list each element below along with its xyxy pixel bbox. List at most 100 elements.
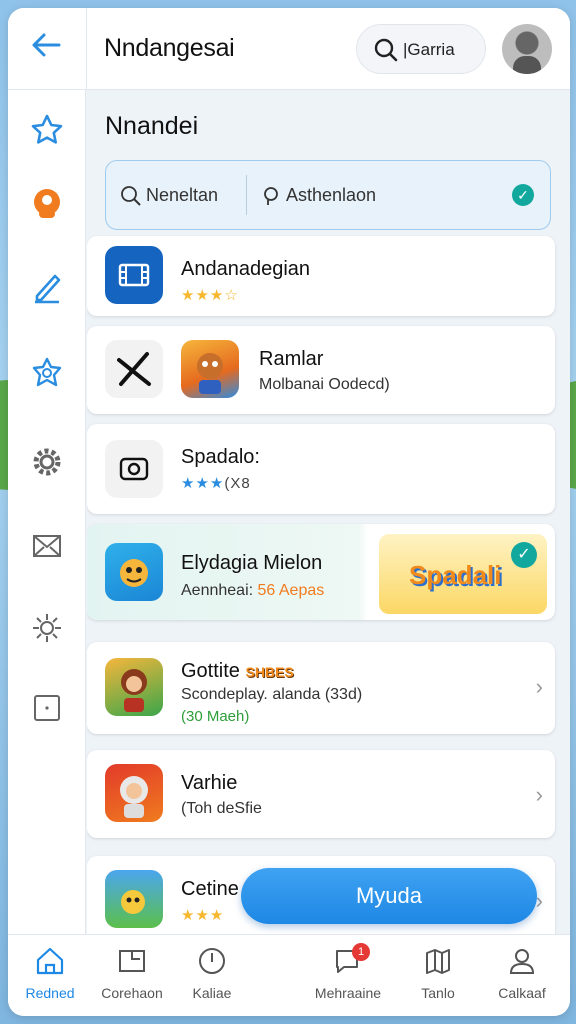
app-subtitle: Scondeplay. alanda (33d) (181, 686, 363, 703)
filter-left-label: Neneltan (146, 185, 219, 205)
clock-icon (199, 948, 225, 974)
sidebar-settings-button[interactable] (27, 442, 67, 482)
sidebar-brightness-button[interactable] (27, 608, 67, 648)
game-icon (105, 870, 163, 928)
window-icon (119, 950, 145, 972)
tab-browse[interactable]: Corehaon (92, 943, 172, 1013)
sun-icon (33, 614, 61, 642)
game-icon (181, 340, 239, 398)
bottom-nav: Redned Corehaon Kaliae 1 Mehraaine Tanlo… (8, 934, 570, 1016)
edit-icon (35, 274, 61, 304)
rating-count: (X8 (224, 475, 251, 492)
app-subtitle: Molbanai Oodecd) (259, 376, 390, 393)
user-icon (509, 949, 535, 974)
app-card[interactable]: Spadalo: ★★★(X8 (87, 424, 555, 514)
tool-tile (105, 340, 163, 398)
app-card[interactable]: Ramlar Molbanai Oodecd) (87, 326, 555, 414)
page-title: Nndangesai (104, 34, 235, 62)
app-rating: ★★★(X8 (181, 474, 251, 492)
back-arrow-icon (32, 33, 61, 57)
character-icon (197, 353, 223, 394)
game-icon (105, 764, 163, 822)
gear-icon (33, 448, 61, 476)
app-title: Elydagia Mielon (181, 552, 323, 574)
tab-messages[interactable]: 1 Mehraaine (308, 943, 388, 1013)
bird-icon (121, 890, 145, 914)
mascot-icon (120, 559, 148, 587)
app-rating: ★★★☆ (181, 287, 239, 304)
search-icon (121, 186, 141, 206)
app-card[interactable]: Varhie (Toh deSfie › (87, 750, 555, 838)
tab-label: Corehaon (101, 985, 163, 1001)
title-badge: SHBES (245, 664, 294, 680)
book-icon (426, 949, 450, 974)
badge-star-icon (32, 357, 62, 387)
sidebar-square-button[interactable] (27, 688, 67, 728)
location-icon (264, 187, 278, 205)
media-tile (105, 440, 163, 498)
notification-badge: 1 (352, 943, 370, 961)
search-icon (373, 37, 399, 68)
app-rating: ★★★ (181, 907, 225, 924)
chevron-right-icon: › (535, 674, 543, 699)
primary-action-button[interactable]: Myuda (241, 868, 537, 924)
sidebar-mail-button[interactable] (27, 526, 67, 566)
app-icon (105, 246, 163, 304)
app-card[interactable]: Andanadegian ★★★☆ (87, 236, 555, 316)
mail-icon (33, 535, 61, 557)
tab-timer[interactable]: Kaliae (172, 943, 252, 1013)
profile-icon (34, 189, 60, 218)
sidebar-badge-button[interactable] (27, 354, 67, 394)
tab-label: Calkaaf (498, 985, 546, 1001)
featured-app-card[interactable]: Elydagia Mielon Aennheai: 56 Aepas Spada… (87, 524, 555, 620)
app-title: Varhie (181, 772, 238, 794)
sidebar (8, 90, 86, 934)
tab-label: Kaliae (192, 985, 232, 1001)
app-subtitle: (Toh deSfie (181, 800, 262, 817)
app-note: (30 Maeh) (181, 708, 250, 725)
search-box[interactable]: |Garria (356, 24, 486, 74)
filter-right-label: Asthenlaon (286, 185, 377, 205)
sidebar-profile-button[interactable] (27, 184, 67, 224)
home-icon (36, 947, 64, 975)
tab-home[interactable]: Redned (10, 943, 90, 1013)
tools-icon (117, 352, 151, 386)
tab-account[interactable]: Calkaaf (482, 943, 562, 1013)
filter-divider (246, 175, 247, 215)
app-title: Spadalo: (181, 446, 260, 468)
main-content: Nnandei Neneltan Asthenlaon ✓ Andanadegi… (87, 90, 570, 934)
app-title: Cetine (181, 878, 239, 900)
title-text: Gottite (181, 660, 240, 682)
banner-title: Spadali (409, 560, 502, 590)
filter-bar[interactable]: Neneltan Asthenlaon ✓ (105, 160, 551, 230)
user-avatar[interactable] (502, 24, 552, 74)
chevron-right-icon: › (535, 782, 543, 807)
square-icon (34, 695, 60, 721)
tab-label: Tanlo (421, 985, 455, 1001)
header-divider (86, 8, 87, 90)
back-button[interactable] (22, 28, 70, 68)
app-card[interactable]: Gottite SHBES Scondeplay. alanda (33d) (… (87, 642, 555, 734)
check-icon[interactable]: ✓ (512, 184, 534, 206)
game-icon (105, 658, 163, 716)
app-title: Ramlar (259, 348, 324, 370)
search-label: |Garria (403, 40, 455, 59)
rating-stars: ★★★ (181, 475, 225, 492)
camera-icon (119, 457, 149, 481)
girl-character-icon (121, 669, 147, 712)
film-icon (118, 263, 150, 287)
sidebar-favorites-button[interactable] (27, 110, 67, 150)
astronaut-icon (120, 776, 148, 818)
sidebar-edit-button[interactable] (27, 268, 67, 308)
check-icon: ✓ (511, 542, 537, 568)
subtitle-prefix: Aennheai: (181, 582, 254, 599)
app-window: Nndangesai |Garria Nnandei Neneltan Asth… (8, 8, 570, 1016)
tab-library[interactable]: Tanlo (398, 943, 478, 1013)
app-subtitle: Aennheai: 56 Aepas (181, 582, 324, 600)
subtitle-value: 56 Aepas (257, 582, 325, 599)
app-title: Andanadegian (181, 258, 311, 280)
section-title: Nnandei (105, 112, 199, 140)
tab-label: Mehraaine (314, 985, 382, 1001)
game-banner[interactable]: Spadali ✓ (379, 534, 547, 614)
app-title: Gottite SHBES (181, 660, 294, 683)
